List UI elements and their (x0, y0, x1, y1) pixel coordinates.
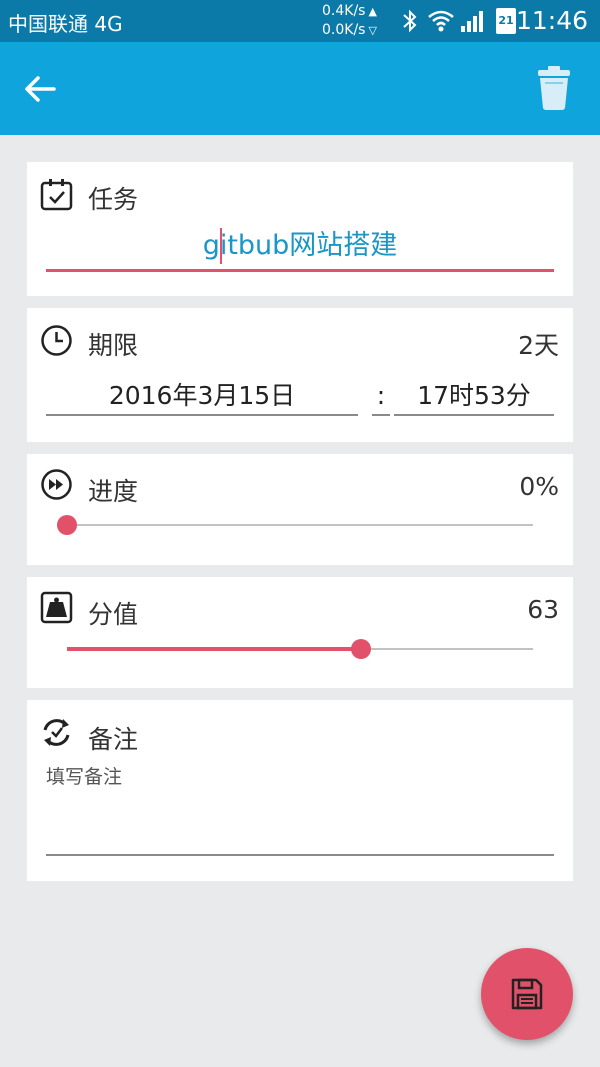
score-value: 63 (527, 595, 559, 624)
signal-icon (461, 11, 483, 32)
bluetooth-icon (403, 9, 417, 33)
task-title: 任务 (88, 185, 139, 214)
progress-value: 0% (519, 472, 559, 501)
task-name-value: gitbub网站搭建 (202, 230, 398, 261)
app-bar (0, 42, 600, 135)
trash-icon[interactable] (534, 64, 574, 112)
weight-icon (40, 591, 73, 624)
clock: 11:46 (515, 6, 588, 35)
wifi-icon (428, 10, 454, 32)
task-card: 任务 gitbub网站搭建 (27, 162, 573, 296)
text-caret (220, 228, 222, 264)
time-field[interactable]: 17时53分 (394, 376, 554, 416)
upload-speed: 0.4K/s (322, 3, 366, 19)
deadline-card: 期限 2天 2016年3月15日 : 17时53分 (27, 308, 573, 442)
score-slider-thumb[interactable] (350, 639, 371, 659)
battery-level: 21 (498, 14, 514, 27)
deadline-title: 期限 (88, 331, 139, 360)
fast-forward-icon (41, 469, 72, 500)
score-title: 分值 (88, 600, 139, 629)
arrow-left-icon[interactable] (22, 72, 58, 106)
download-speed: 0.0K/s (322, 22, 366, 38)
calendar-check-icon (40, 179, 73, 211)
notes-input[interactable]: 填写备注 (46, 762, 554, 856)
score-slider-fill (67, 647, 361, 651)
progress-title: 进度 (88, 477, 139, 506)
progress-slider-track[interactable] (67, 524, 533, 526)
network-speed: 0.4K/s ▲ 0.0K/s ▽ (322, 3, 377, 38)
date-value: 2016年3月15日 (108, 381, 296, 410)
refresh-icon (43, 719, 70, 746)
task-name-input[interactable]: gitbub网站搭建 (46, 220, 554, 272)
score-card: 分值 63 (27, 577, 573, 688)
time-separator: : (372, 376, 390, 416)
battery-icon: 21 (496, 8, 516, 34)
progress-slider-thumb[interactable] (57, 515, 77, 535)
time-value: 17时53分 (417, 381, 531, 410)
deadline-remaining: 2天 (518, 331, 559, 360)
notes-card: 备注 填写备注 (27, 700, 573, 881)
notes-title: 备注 (88, 725, 139, 754)
save-icon (511, 978, 543, 1010)
date-field[interactable]: 2016年3月15日 (46, 376, 358, 416)
progress-card: 进度 0% (27, 454, 573, 565)
carrier-label: 中国联通 4G (8, 12, 123, 36)
status-bar: 中国联通 4G 0.4K/s ▲ 0.0K/s ▽ 21 11:46 (0, 0, 600, 42)
notes-placeholder: 填写备注 (46, 766, 123, 788)
clock-icon (41, 325, 72, 356)
save-button[interactable] (481, 948, 573, 1040)
